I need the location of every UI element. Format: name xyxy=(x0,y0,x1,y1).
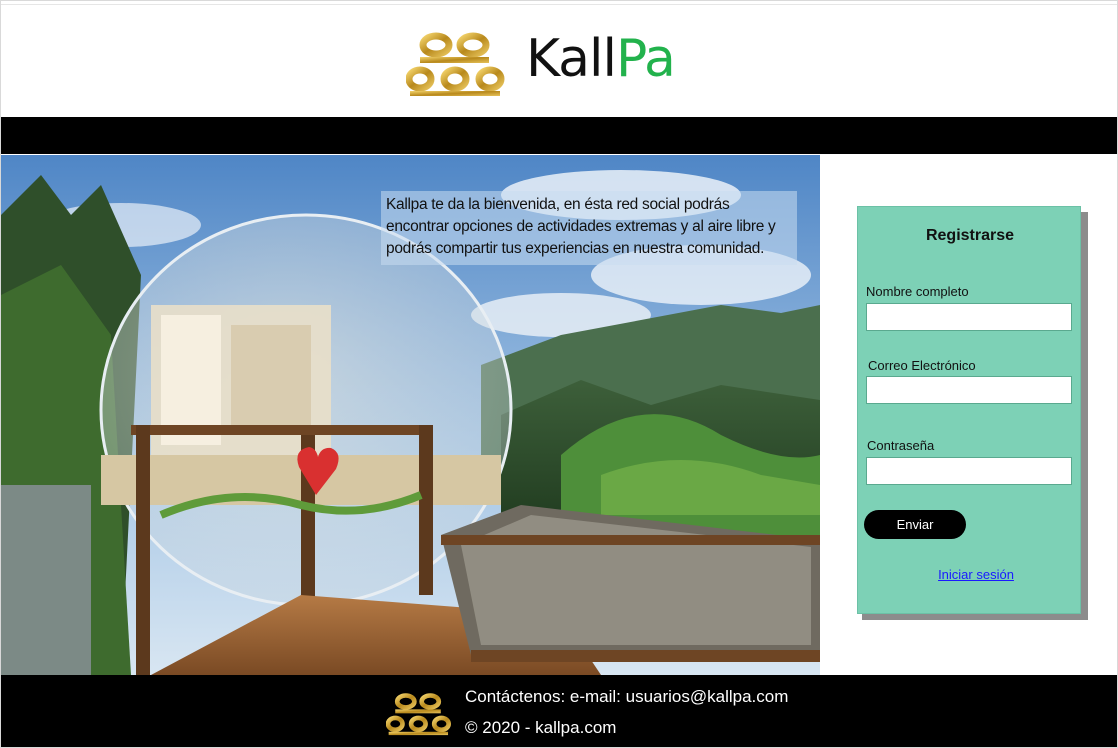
register-card: Registrarse Nombre completo Correo Elect… xyxy=(857,206,1081,614)
footer-copyright: © 2020 - kallpa.com xyxy=(465,718,617,737)
email-label: Correo Electrónico xyxy=(868,358,976,373)
kallpa-footer-logo-icon xyxy=(386,693,452,736)
name-field[interactable] xyxy=(866,303,1072,331)
welcome-banner: Kallpa te da la bienvenida, en ésta red … xyxy=(381,191,797,265)
site-footer: Contáctenos: e-mail: usuarios@kallpa.com… xyxy=(1,675,1117,747)
email-field[interactable] xyxy=(866,376,1072,404)
footer-contact: Contáctenos: e-mail: usuarios@kallpa.com xyxy=(465,687,789,706)
name-label: Nombre completo xyxy=(866,284,969,299)
welcome-text: Kallpa te da la bienvenida, en ésta red … xyxy=(386,196,776,257)
login-link[interactable]: Iniciar sesión xyxy=(858,567,1094,582)
hero-image: Kallpa te da la bienvenida, en ésta red … xyxy=(1,155,820,675)
site-header: KallPa xyxy=(1,4,1117,116)
register-title: Registrarse xyxy=(925,227,1015,244)
password-field[interactable] xyxy=(866,457,1072,485)
kallpa-logo-icon xyxy=(406,32,505,96)
brand-name: KallPa xyxy=(526,19,676,99)
brand-name-part2: Pa xyxy=(615,29,676,89)
password-label: Contraseña xyxy=(867,438,935,453)
submit-button[interactable]: Enviar xyxy=(864,510,966,539)
nav-bar xyxy=(1,117,1117,154)
brand-name-part1: Kall xyxy=(526,29,617,89)
